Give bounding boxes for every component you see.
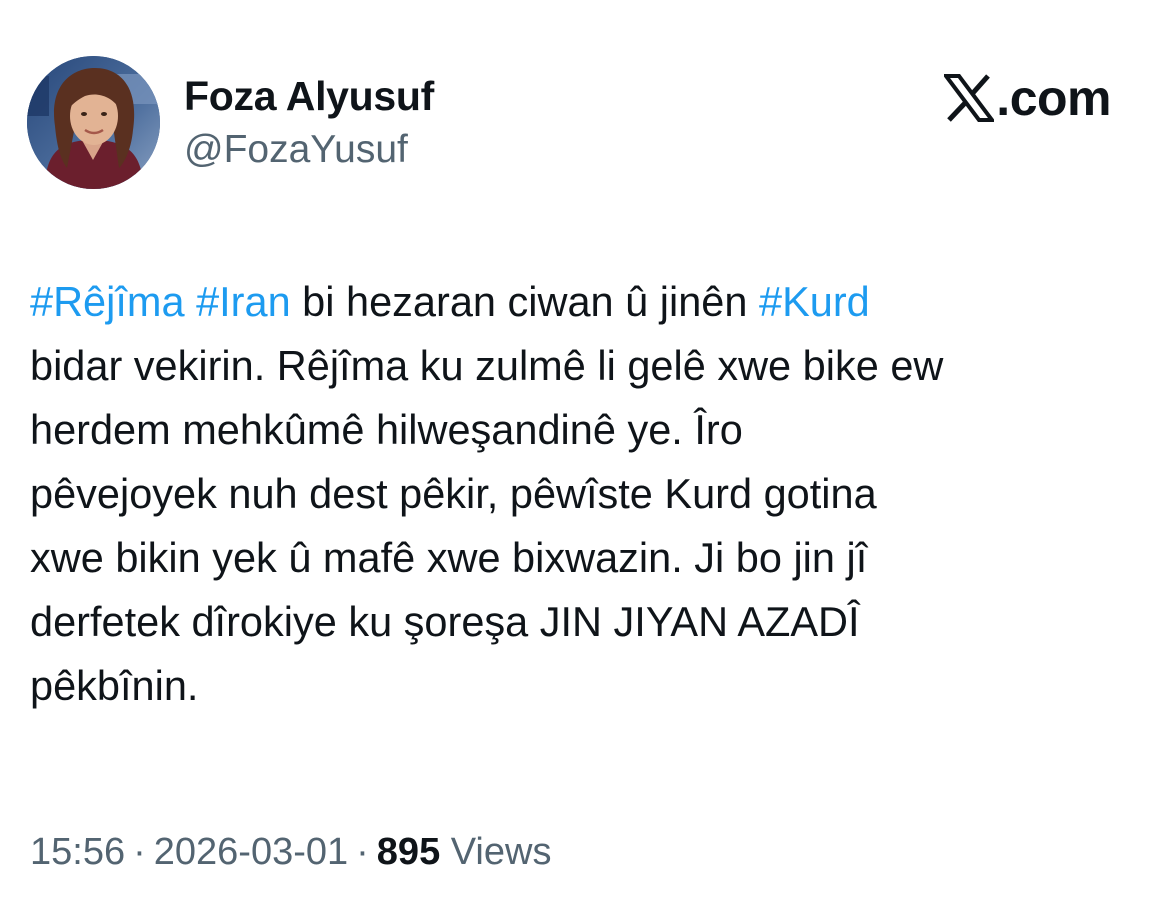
profile-photo-icon	[27, 56, 160, 189]
author-display-name[interactable]: Foza Alyusuf	[184, 72, 434, 120]
meta-separator: ·	[133, 831, 146, 873]
hashtag-link[interactable]: #Kurd	[759, 278, 870, 325]
views-count: 895	[376, 831, 441, 873]
author-avatar[interactable]	[27, 56, 160, 189]
tweet-text-segment: bi hezaran ciwan û jinên	[290, 278, 759, 325]
hashtag-link[interactable]: #Iran	[196, 278, 291, 325]
x-brand-logo: .com	[944, 70, 1111, 126]
tweet-text-segment	[185, 278, 197, 325]
tweet-time[interactable]: 15:56	[30, 831, 125, 873]
x-logo-icon	[944, 74, 995, 122]
brand-domain: .com	[996, 70, 1111, 126]
hashtag-link[interactable]: #Rêjîma	[30, 278, 185, 325]
author-handle[interactable]: @FozaYusuf	[184, 127, 408, 173]
tweet-text-segment: bidar vekirin. Rêjîma ku zulmê li gelê x…	[30, 342, 944, 709]
tweet-date[interactable]: 2026-03-01	[154, 831, 348, 873]
meta-separator: ·	[356, 831, 369, 873]
tweet-text: #Rêjîma #Iran bi hezaran ciwan û jinên #…	[30, 270, 1145, 718]
views-label: Views	[450, 831, 552, 873]
tweet-card: Foza Alyusuf @FozaYusuf .com #Rêjîma #Ir…	[0, 0, 1169, 916]
tweet-meta: 15:56 · 2026-03-01 · 895 Views	[30, 828, 551, 876]
